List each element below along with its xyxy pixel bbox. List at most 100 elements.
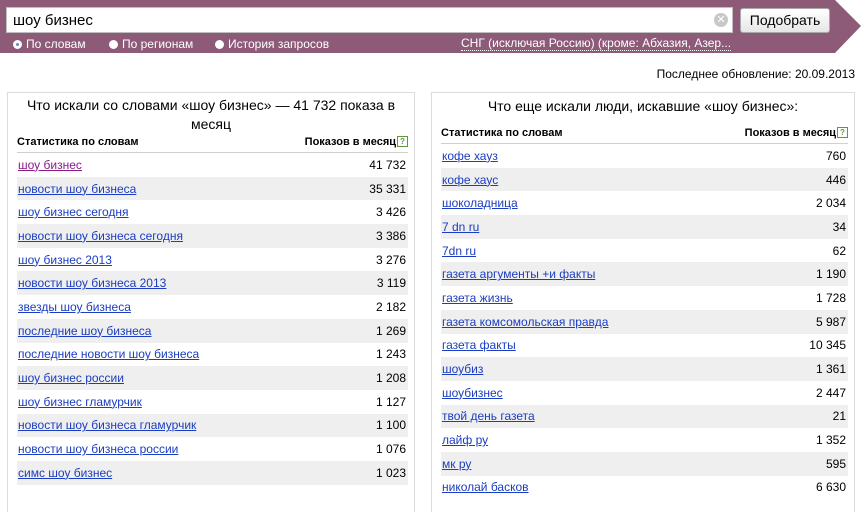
help-icon[interactable]: ? xyxy=(837,127,848,138)
phrase-link[interactable]: звезды шоу бизнеса xyxy=(18,300,131,314)
phrase-link[interactable]: газета комсомольская правда xyxy=(442,315,608,329)
impressions-count: 62 xyxy=(832,243,846,258)
panel-title: Что искали со словами «шоу бизнес» — 41 … xyxy=(26,97,396,132)
search-bar: шоу бизнес ✕ Подобрать По словам По реги… xyxy=(0,0,835,53)
impressions-count: 760 xyxy=(825,148,846,163)
column-header-words: Статистика по словам xyxy=(441,127,563,139)
phrase-link[interactable]: шоу бизнес россии xyxy=(18,371,124,385)
table-row: новости шоу бизнеса россии 1 076 xyxy=(17,437,408,461)
phrase-link[interactable]: шоубизнес xyxy=(442,386,503,400)
impressions-count: 6 630 xyxy=(815,480,846,495)
help-icon[interactable]: ? xyxy=(397,136,408,147)
table-row: газета жизнь 1 728 xyxy=(441,286,848,310)
table-row: новости шоу бизнеса 35 331 xyxy=(17,176,408,201)
phrase-link[interactable]: газета жизнь xyxy=(442,291,513,305)
impressions-count: 1 100 xyxy=(375,418,406,433)
impressions-count: 1 361 xyxy=(815,362,846,377)
impressions-count: 21 xyxy=(832,409,846,424)
table-header: Статистика по словам Показов в месяц? xyxy=(441,127,848,144)
phrase-link[interactable]: новости шоу бизнеса сегодня xyxy=(18,229,183,243)
table-row: новости шоу бизнеса сегодня 3 386 xyxy=(17,224,408,248)
table-row: новости шоу бизнеса 2013 3 119 xyxy=(17,271,408,296)
phrase-link[interactable]: кофе хауз xyxy=(442,149,498,163)
phrase-link[interactable]: газета аргументы +и факты xyxy=(442,267,595,281)
impressions-count: 10 345 xyxy=(809,338,846,353)
phrase-link[interactable]: новости шоу бизнеса россии xyxy=(18,442,178,456)
phrase-link[interactable]: шоу бизнес 2013 xyxy=(18,253,112,267)
table-row: шоу бизнес россии 1 208 xyxy=(17,366,408,390)
impressions-count: 1 269 xyxy=(375,323,406,338)
impressions-count: 1 352 xyxy=(815,433,846,448)
table-row: симс шоу бизнес 1 023 xyxy=(17,460,408,485)
phrase-link[interactable]: новости шоу бизнеса 2013 xyxy=(18,276,166,290)
table-body: шоу бизнес 41 732 новости шоу бизнеса 35 33… xyxy=(17,153,408,485)
table-row: шоу бизнес гламурчик 1 127 xyxy=(17,390,408,414)
mode-history[interactable]: История запросов xyxy=(215,37,329,51)
impressions-count: 2 447 xyxy=(815,385,846,400)
impressions-count: 1 190 xyxy=(815,267,846,282)
impressions-count: 1 023 xyxy=(375,465,406,480)
phrase-link[interactable]: мк ру xyxy=(442,457,471,471)
impressions-count: 2 034 xyxy=(815,196,846,211)
table-row: шоу бизнес 41 732 xyxy=(17,153,408,177)
search-button[interactable]: Подобрать xyxy=(740,8,830,33)
phrase-link[interactable]: шоу бизнес сегодня xyxy=(18,205,129,219)
panel-title: Что еще искали люди, искавшие «шоу бизне… xyxy=(487,98,799,114)
region-selector[interactable]: СНГ (исключая Россию) (кроме: Абхазия, А… xyxy=(461,36,732,51)
close-icon[interactable]: ✕ xyxy=(714,13,728,27)
table-row: твой день газета 21 xyxy=(441,404,848,429)
table-row: николай басков 6 630 xyxy=(441,476,848,500)
search-input[interactable]: шоу бизнес ✕ xyxy=(6,7,733,33)
phrase-link[interactable]: шоу бизнес гламурчик xyxy=(18,395,142,409)
phrase-link[interactable]: николай басков xyxy=(442,480,529,494)
impressions-count: 1 076 xyxy=(375,442,406,457)
table-row: шоубизнес 2 447 xyxy=(441,381,848,405)
radio-icon[interactable] xyxy=(109,40,118,49)
radio-icon[interactable] xyxy=(215,40,224,49)
phrase-link[interactable]: 7 dn ru xyxy=(442,220,479,234)
table-row: 7dn ru 62 xyxy=(441,239,848,263)
phrase-link[interactable]: новости шоу бизнеса xyxy=(18,182,136,196)
impressions-count: 3 426 xyxy=(375,205,406,220)
impressions-count: 3 119 xyxy=(376,276,406,291)
table-row: кофе хаус 446 xyxy=(441,167,848,192)
table-row: шоу бизнес сегодня 3 426 xyxy=(17,200,408,224)
table-row: шоубиз 1 361 xyxy=(441,357,848,381)
table-row: последние шоу бизнеса 1 269 xyxy=(17,318,408,343)
phrase-link[interactable]: последние шоу бизнеса xyxy=(18,324,151,338)
mode-by-regions[interactable]: По регионам xyxy=(109,37,193,51)
phrase-link[interactable]: шоубиз xyxy=(442,362,483,376)
mode-by-words[interactable]: По словам xyxy=(13,37,86,51)
column-header-count: Показов в месяц? xyxy=(305,136,408,150)
column-header-words: Статистика по словам xyxy=(17,136,139,148)
table-row: звезды шоу бизнеса 2 182 xyxy=(17,295,408,319)
phrase-link[interactable]: твой день газета xyxy=(442,409,535,423)
table-body: кофе хауз 760 кофе хаус 446 шоколадница 2 034… xyxy=(441,144,848,499)
column-header-count: Показов в месяц? xyxy=(745,127,848,141)
impressions-count: 3 276 xyxy=(375,252,406,267)
table-row: 7 dn ru 34 xyxy=(441,215,848,239)
phrase-link[interactable]: 7dn ru xyxy=(442,244,476,258)
search-query[interactable]: шоу бизнес xyxy=(13,12,93,29)
phrase-link[interactable]: шоколадница xyxy=(442,196,518,210)
radio-selected-icon[interactable] xyxy=(13,40,22,49)
phrase-link[interactable]: симс шоу бизнес xyxy=(18,466,112,480)
phrase-link[interactable]: лайф ру xyxy=(442,433,488,447)
impressions-count: 1 243 xyxy=(375,347,406,362)
impressions-count: 34 xyxy=(832,219,846,234)
mode-label: По словам xyxy=(26,37,86,51)
phrase-link[interactable]: шоу бизнес xyxy=(18,158,82,172)
mode-label: История запросов xyxy=(228,37,330,51)
phrase-link[interactable]: газета факты xyxy=(442,338,516,352)
impressions-count: 41 732 xyxy=(369,157,406,172)
right-panel: Что еще искали люди, искавшие «шоу бизне… xyxy=(431,92,855,512)
mode-label: По регионам xyxy=(122,37,194,51)
impressions-count: 1 728 xyxy=(815,290,846,305)
impressions-count: 5 987 xyxy=(815,314,846,329)
phrase-link[interactable]: кофе хаус xyxy=(442,173,498,187)
phrase-link[interactable]: последние новости шоу бизнеса xyxy=(18,347,199,361)
phrase-link[interactable]: новости шоу бизнеса гламурчик xyxy=(18,418,196,432)
last-update: Последнее обновление: 20.09.2013 xyxy=(656,67,855,81)
table-row: газета аргументы +и факты 1 190 xyxy=(441,262,848,287)
table-row: последние новости шоу бизнеса 1 243 xyxy=(17,343,408,367)
